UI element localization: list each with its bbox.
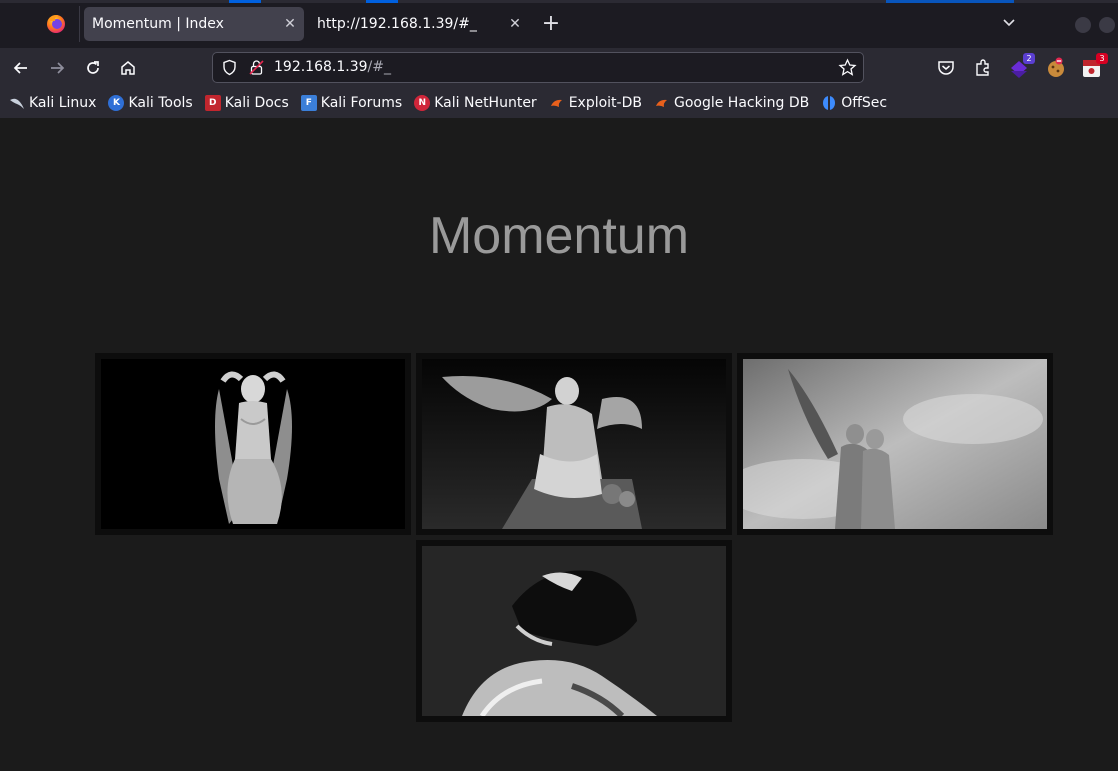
page-content: Momentum <box>0 118 1118 771</box>
tab-close-icon[interactable]: ✕ <box>501 16 529 32</box>
bookmark-kali-forums[interactable]: F Kali Forums <box>300 95 403 111</box>
tab-title: http://192.168.1.39/#_ <box>317 16 477 32</box>
window-minimize-button[interactable] <box>1075 17 1091 33</box>
firefox-logo-icon[interactable] <box>45 12 67 34</box>
extension-red-button[interactable]: 3 <box>1080 53 1108 80</box>
bookmark-label: Google Hacking DB <box>673 95 810 111</box>
bookmark-label: Kali Forums <box>320 95 403 111</box>
bookmark-label: Kali Linux <box>29 95 97 111</box>
extension-purple-button[interactable]: 2 <box>1007 53 1035 80</box>
pocket-button[interactable] <box>934 56 958 80</box>
bookmark-label: Kali Tools <box>128 95 193 111</box>
bookmark-kali-docs[interactable]: D Kali Docs <box>204 95 289 111</box>
kali-tools-icon: K <box>108 95 125 111</box>
bookmark-kali-nethunter[interactable]: N Kali NetHunter <box>414 95 537 111</box>
bookmark-kali-linux[interactable]: Kali Linux <box>9 95 96 111</box>
angels-against-sky-image <box>743 359 1047 529</box>
winged-angel-statue-image <box>422 359 726 529</box>
kali-docs-icon: D <box>204 95 221 111</box>
gallery-image-angels-against-sky[interactable] <box>737 353 1053 535</box>
tab-strip-accent <box>366 0 398 3</box>
ghdb-icon <box>654 95 670 111</box>
new-tab-button[interactable]: + <box>538 12 564 38</box>
reload-button[interactable] <box>79 54 107 82</box>
pocket-icon <box>938 61 954 75</box>
extensions-button[interactable] <box>971 56 995 80</box>
bookmark-label: Kali NetHunter <box>434 95 537 111</box>
list-all-tabs-button[interactable] <box>996 14 1022 36</box>
extensions-puzzle-icon <box>976 59 989 76</box>
tab-strip-accent <box>886 0 1014 3</box>
bookmark-label: Exploit-DB <box>568 95 642 111</box>
tracking-protection-shield-icon[interactable] <box>221 59 238 76</box>
offsec-icon <box>821 95 837 111</box>
home-button[interactable] <box>114 54 142 82</box>
gallery-image-fallen-angel-statue[interactable] <box>95 353 411 535</box>
url-bar[interactable]: 192.168.1.39/#_ <box>212 52 864 83</box>
tab-strip: Momentum | Index ✕ http://192.168.1.39/#… <box>0 0 1118 48</box>
fallen-angel-statue-image <box>101 359 405 529</box>
url-text[interactable]: 192.168.1.39/#_ <box>274 59 391 75</box>
tab-separator <box>79 6 80 42</box>
extension-badge: 2 <box>1023 53 1035 64</box>
back-button[interactable] <box>7 54 35 82</box>
bookmark-label: OffSec <box>841 95 888 111</box>
page-title: Momentum <box>428 207 690 265</box>
bookmark-star-icon[interactable] <box>838 58 857 77</box>
home-icon <box>121 61 135 75</box>
tab-momentum-index[interactable]: Momentum | Index ✕ <box>84 7 304 41</box>
bookmark-offsec[interactable]: OffSec <box>821 95 887 111</box>
kali-nethunter-icon: N <box>414 95 431 111</box>
url-path: /#_ <box>367 59 391 75</box>
bookmark-kali-tools[interactable]: K Kali Tools <box>108 95 193 111</box>
back-icon <box>13 62 27 74</box>
extension-badge: 3 <box>1096 53 1108 64</box>
bookmark-google-hacking-db[interactable]: Google Hacking DB <box>654 95 809 111</box>
chevron-down-icon <box>1003 19 1015 27</box>
window-close-button[interactable] <box>1099 17 1115 33</box>
forward-icon <box>51 62 65 74</box>
tab-strip-accent <box>229 0 261 3</box>
forward-button[interactable] <box>43 54 71 82</box>
gallery-image-winged-angel-statue[interactable] <box>416 353 732 535</box>
statue-face-closeup-image <box>422 546 726 716</box>
bookmark-exploit-db[interactable]: Exploit-DB <box>549 95 642 111</box>
extension-cookie-button[interactable] <box>1044 56 1068 80</box>
extension-cookie-icon <box>1048 57 1064 77</box>
exploit-db-icon <box>549 95 565 111</box>
reload-icon <box>87 61 99 74</box>
url-host: 192.168.1.39 <box>274 59 368 75</box>
bookmark-label: Kali Docs <box>224 95 289 111</box>
kali-dragon-icon <box>9 95 25 111</box>
tab-title: Momentum | Index <box>92 16 224 32</box>
bookmarks-toolbar: Kali Linux K Kali Tools D Kali Docs F Ka… <box>0 88 1118 118</box>
kali-forums-icon: F <box>300 95 317 111</box>
gallery-image-statue-face-closeup[interactable] <box>416 540 732 722</box>
tab-url[interactable]: http://192.168.1.39/#_ ✕ <box>309 7 529 41</box>
tab-close-icon[interactable]: ✕ <box>276 16 304 32</box>
insecure-lock-icon[interactable] <box>248 59 265 76</box>
